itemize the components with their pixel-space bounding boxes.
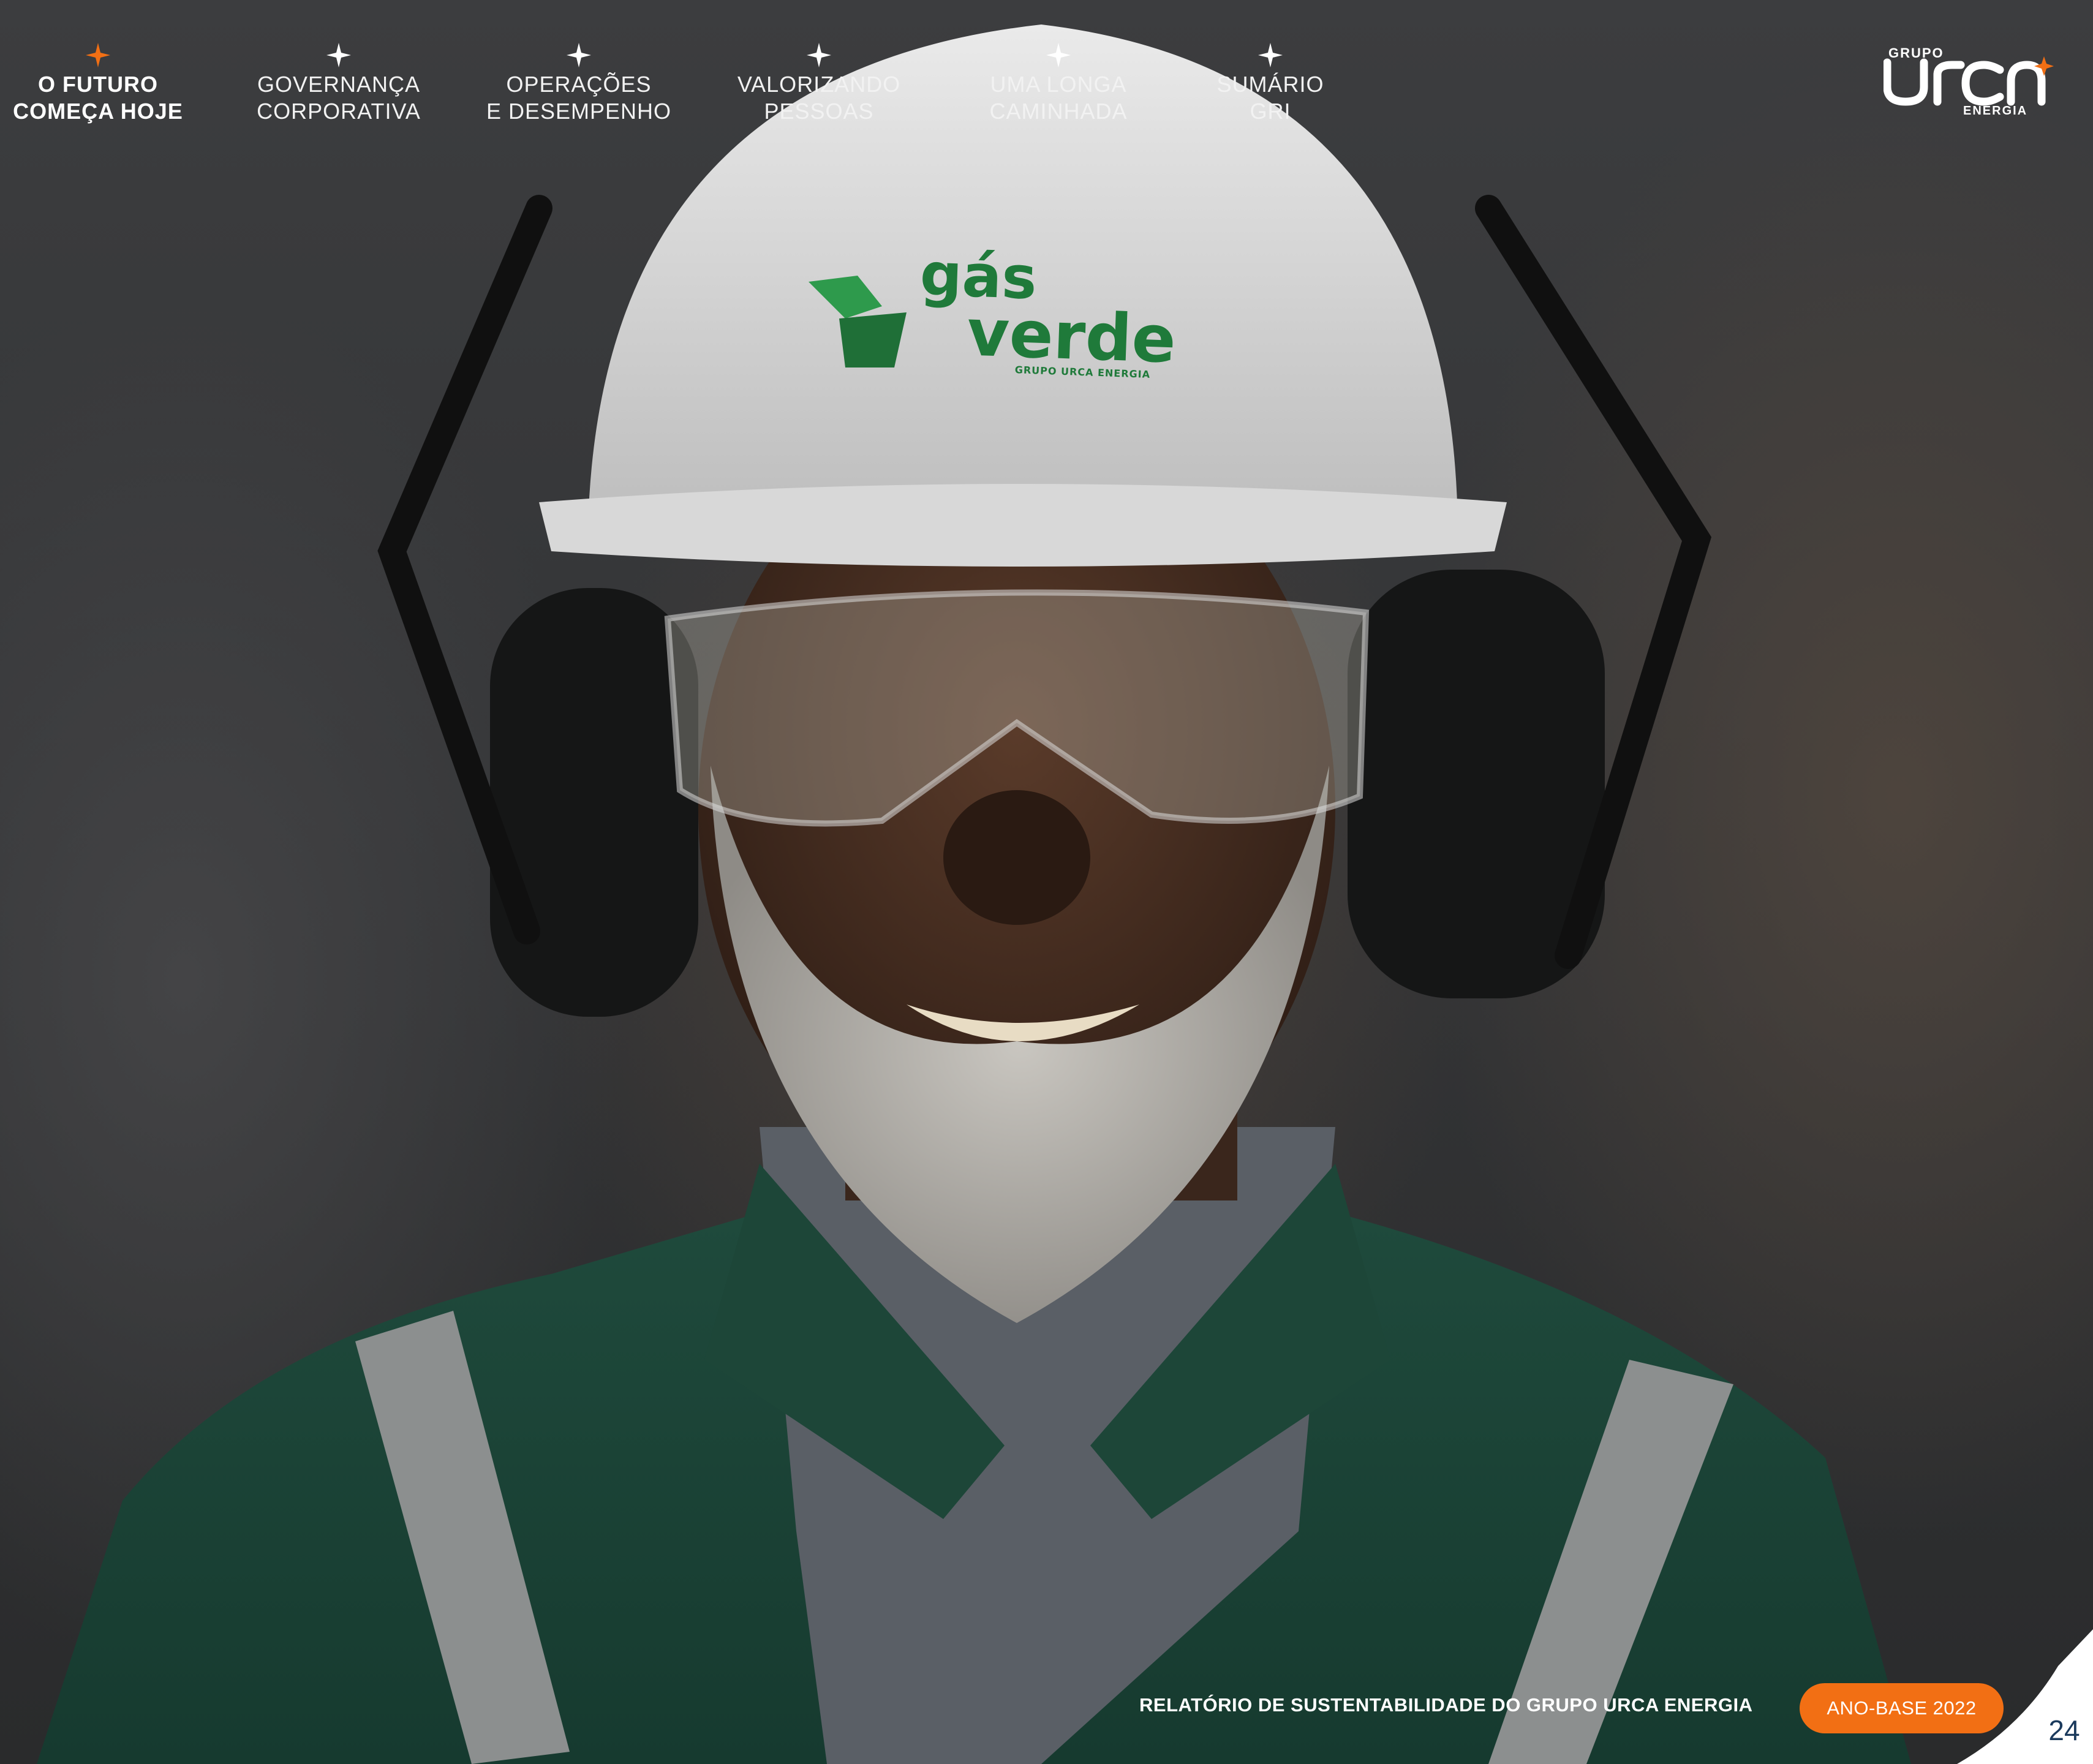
nav-item-governanca[interactable]: GOVERNANÇA CORPORATIVA [216,43,461,125]
nav-item-uma-longa[interactable]: UMA LONGA CAMINHADA [936,43,1181,125]
star-icon [1046,43,1071,67]
nav-item-valorizando[interactable]: VALORIZANDO PESSOAS [696,43,941,125]
page-number: 24 [2048,1714,2080,1746]
nav-item-operacoes[interactable]: OPERAÇÕES E DESEMPENHO [456,43,701,125]
helmet-brand-line2: verde [965,295,1177,378]
nav-item-o-futuro[interactable]: O FUTURO COMEÇA HOJE [0,43,221,125]
year-badge: ANO-BASE 2022 [1800,1683,2004,1733]
report-page: gás verde GRUPO URCA ENERGIA O FUTURO CO… [0,0,2093,1764]
star-icon [1258,43,1283,67]
helmet-brand: gás verde GRUPO URCA ENERGIA [917,240,1179,382]
nav-item-label: SUMÁRIO GRI [1216,72,1324,124]
nav-item-label: GOVERNANÇA CORPORATIVA [257,72,421,124]
grupo-urca-logo[interactable]: GRUPO ENERGIA [1884,43,2055,123]
star-icon [567,43,591,67]
nav-item-label: OPERAÇÕES E DESEMPENHO [486,72,672,124]
report-title: RELATÓRIO DE SUSTENTABILIDADE DO GRUPO U… [1139,1694,1753,1716]
star-icon [807,43,831,67]
nav-item-label: O FUTURO COMEÇA HOJE [13,72,183,124]
nav-item-label: UMA LONGA CAMINHADA [989,72,1128,124]
urca-logo-icon [1884,56,2054,106]
star-icon [326,43,351,67]
nav-item-label: VALORIZANDO PESSOAS [737,72,901,124]
nav-item-sumario[interactable]: SUMÁRIO GRI [1148,43,1393,125]
star-icon [86,43,110,67]
logo-energia: ENERGIA [1963,104,2028,118]
